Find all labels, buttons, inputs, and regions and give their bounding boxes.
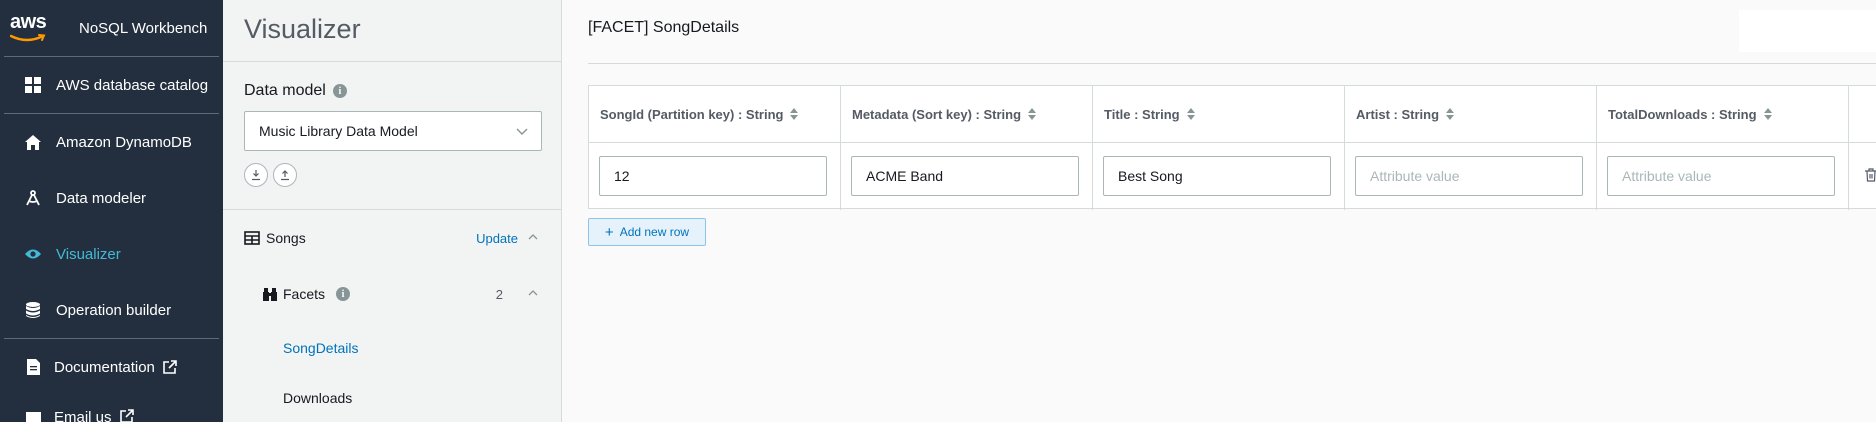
data-model-label: Data model xyxy=(244,82,326,99)
app-name: NoSQL Workbench xyxy=(79,19,208,37)
facets-label: Facets xyxy=(283,286,326,302)
attribute-input[interactable] xyxy=(851,156,1079,196)
column-actions xyxy=(1849,86,1876,210)
data-grid: SongId (Partition key) : String Metadata… xyxy=(588,85,1876,210)
data-model-label-row: Data model i xyxy=(244,82,347,100)
page-title: Visualizer xyxy=(244,14,361,44)
sort-icon[interactable] xyxy=(1446,108,1455,120)
external-link-icon xyxy=(119,409,134,422)
column-artist: Artist : String xyxy=(1345,86,1597,210)
upload-icon xyxy=(279,169,291,181)
column-header-label: Artist : String xyxy=(1356,106,1440,122)
column-header-label: TotalDownloads : String xyxy=(1608,106,1757,122)
sidebar-item-label: AWS database catalog xyxy=(56,76,209,94)
attribute-input[interactable] xyxy=(1607,156,1835,196)
brand: aws NoSQL Workbench xyxy=(0,0,223,56)
main-content: [FACET] SongDetails SongId (Partition ke… xyxy=(563,0,1876,422)
plus-icon: + xyxy=(604,223,614,241)
document-icon xyxy=(24,358,42,376)
sidebar-item-data-modeler[interactable]: Data modeler xyxy=(0,170,223,226)
sort-icon[interactable] xyxy=(1186,108,1195,120)
data-model-value: Music Library Data Model xyxy=(259,123,418,139)
delete-row-icon[interactable] xyxy=(1865,168,1876,187)
facets-group[interactable]: Facets i 2 xyxy=(223,282,561,306)
column-songid: SongId (Partition key) : String xyxy=(589,86,841,210)
sidebar-item-aws-database-catalog[interactable]: AWS database catalog xyxy=(0,57,223,113)
sidebar-item-label: Operation builder xyxy=(56,301,172,319)
table-icon xyxy=(244,231,260,245)
column-header[interactable]: SongId (Partition key) : String xyxy=(589,86,840,143)
data-model-select[interactable]: Music Library Data Model xyxy=(244,111,542,151)
column-totaldownloads: TotalDownloads : String xyxy=(1597,86,1849,210)
sidebar-item-label: Amazon DynamoDB xyxy=(56,133,192,151)
attribute-input[interactable] xyxy=(1103,156,1331,196)
column-metadata: Metadata (Sort key) : String xyxy=(841,86,1093,210)
import-button[interactable] xyxy=(244,163,268,187)
sidebar-item-email-us[interactable]: Email us xyxy=(0,395,223,422)
info-icon[interactable]: i xyxy=(336,287,351,301)
attribute-input[interactable] xyxy=(599,156,827,196)
sidebar-item-label: Data modeler xyxy=(56,189,147,207)
sidebar-item-visualizer[interactable]: Visualizer xyxy=(0,226,223,282)
facet-title: [FACET] SongDetails xyxy=(588,19,740,36)
column-header[interactable]: Artist : String xyxy=(1345,86,1596,143)
column-header xyxy=(1849,86,1876,143)
chevron-up-icon[interactable] xyxy=(527,230,539,246)
column-header-label: Title : String xyxy=(1104,106,1180,122)
update-link[interactable]: Update xyxy=(476,231,518,246)
column-header[interactable]: Title : String xyxy=(1093,86,1344,143)
sort-icon[interactable] xyxy=(790,108,799,120)
column-header[interactable]: Metadata (Sort key) : String xyxy=(841,86,1092,143)
visualizer-panel: Visualizer Data model i Music Library Da… xyxy=(223,0,562,422)
add-row-label: Add new row xyxy=(619,225,690,239)
chevron-up-icon[interactable] xyxy=(527,286,539,302)
sidebar-item-operation-builder[interactable]: Operation builder xyxy=(0,282,223,338)
aws-logo: aws xyxy=(10,11,52,43)
export-button[interactable] xyxy=(273,163,297,187)
table-item-songs[interactable]: Songs Update xyxy=(223,225,561,251)
facet-item-downloads[interactable]: Downloads xyxy=(283,390,352,406)
compass-icon xyxy=(24,189,42,207)
sidebar-item-label: Visualizer xyxy=(56,245,121,263)
mail-icon xyxy=(24,409,42,422)
attribute-input[interactable] xyxy=(1355,156,1583,196)
toolbar-box xyxy=(1739,10,1876,52)
eye-icon xyxy=(24,245,42,263)
chevron-down-icon xyxy=(515,124,529,141)
download-icon xyxy=(250,169,262,181)
divider xyxy=(223,209,561,210)
column-header-label: SongId (Partition key) : String xyxy=(600,106,784,122)
column-header-label: Metadata (Sort key) : String xyxy=(852,106,1022,122)
aws-logo-text: aws xyxy=(10,11,47,33)
home-icon xyxy=(24,133,42,151)
database-icon xyxy=(24,301,42,319)
sidebar-item-amazon-dynamodb[interactable]: Amazon DynamoDB xyxy=(0,114,223,170)
external-link-icon xyxy=(163,360,177,374)
sidebar-item-label: Documentation xyxy=(54,358,155,376)
divider xyxy=(588,63,1876,64)
grid-icon xyxy=(24,76,42,94)
sidebar-item-label: Email us xyxy=(54,409,112,422)
column-header[interactable]: TotalDownloads : String xyxy=(1597,86,1848,143)
sort-icon[interactable] xyxy=(1028,108,1037,120)
table-name: Songs xyxy=(266,230,306,246)
sidebar-item-documentation[interactable]: Documentation xyxy=(0,339,223,395)
add-new-row-button[interactable]: + Add new row xyxy=(588,218,706,246)
sort-icon[interactable] xyxy=(1763,108,1772,120)
facets-count: 2 xyxy=(495,286,503,302)
info-icon[interactable]: i xyxy=(332,84,347,98)
divider xyxy=(223,61,561,62)
binoculars-icon xyxy=(263,287,277,301)
column-title: Title : String xyxy=(1093,86,1345,210)
sidebar: aws NoSQL Workbench AWS database catalog… xyxy=(0,0,223,422)
facet-item-songdetails[interactable]: SongDetails xyxy=(283,340,359,356)
